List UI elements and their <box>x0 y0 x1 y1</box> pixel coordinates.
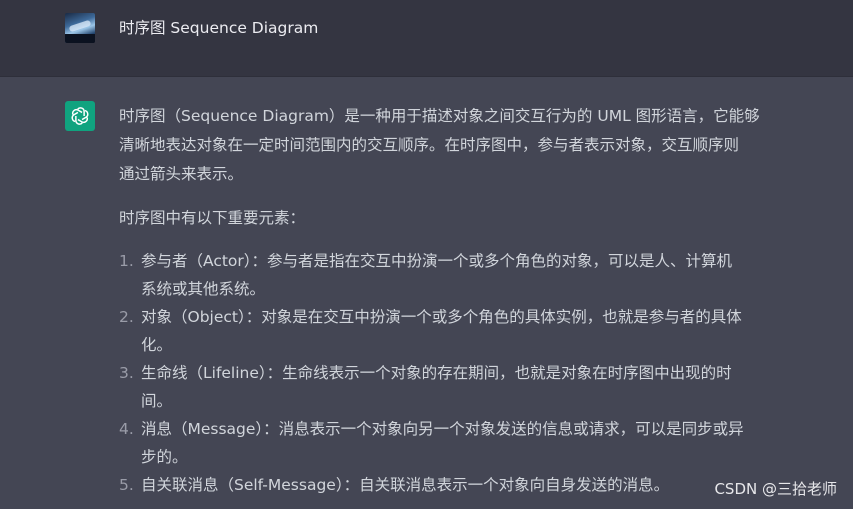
elements-list: 1. 参与者（Actor）：参与者是指在交互中扮演一个或多个角色的对象，可以是人… <box>119 247 779 499</box>
assistant-message: 时序图（Sequence Diagram）是一种用于描述对象之间交互行为的 UM… <box>119 102 779 499</box>
user-message-text: 时序图 Sequence Diagram <box>119 19 319 37</box>
avatar-image-detail <box>68 19 92 33</box>
csdn-watermark: CSDN @三拾老师 <box>714 480 837 498</box>
list-item: 5. 自关联消息（Self-Message）：自关联消息表示一个对象向自身发送的… <box>119 471 779 499</box>
list-item-number: 3. <box>119 364 134 382</box>
list-item-text: 参与者（Actor）：参与者是指在交互中扮演一个或多个角色的对象，可以是人、计算… <box>141 252 733 298</box>
list-item-number: 1. <box>119 252 134 270</box>
avatar-image-detail <box>65 34 95 43</box>
list-item-text: 自关联消息（Self-Message）：自关联消息表示一个对象向自身发送的消息。 <box>141 476 670 494</box>
list-item: 2. 对象（Object）：对象是在交互中扮演一个或多个角色的具体实例，也就是参… <box>119 303 779 359</box>
answer-paragraph-elements-heading: 时序图中有以下重要元素： <box>119 209 306 227</box>
list-item: 3. 生命线（Lifeline）：生命线表示一个对象的存在期间，也就是对象在时序… <box>119 359 779 415</box>
list-item-number: 5. <box>119 476 134 494</box>
user-avatar <box>65 13 95 43</box>
user-message-row: 时序图 Sequence Diagram <box>0 0 853 77</box>
list-item-number: 2. <box>119 308 134 326</box>
list-item: 4. 消息（Message）：消息表示一个对象向另一个对象发送的信息或请求，可以… <box>119 415 779 471</box>
list-item-text: 生命线（Lifeline）：生命线表示一个对象的存在期间，也就是对象在时序图中出… <box>141 364 732 410</box>
list-item-number: 4. <box>119 420 134 438</box>
list-item-text: 对象（Object）：对象是在交互中扮演一个或多个角色的具体实例，也就是参与者的… <box>141 308 742 354</box>
answer-paragraph-intro: 时序图（Sequence Diagram）是一种用于描述对象之间交互行为的 UM… <box>119 107 760 183</box>
list-item-text: 消息（Message）：消息表示一个对象向另一个对象发送的信息或请求，可以是同步… <box>141 420 744 466</box>
list-item: 1. 参与者（Actor）：参与者是指在交互中扮演一个或多个角色的对象，可以是人… <box>119 247 779 303</box>
openai-logo-icon <box>65 101 95 131</box>
